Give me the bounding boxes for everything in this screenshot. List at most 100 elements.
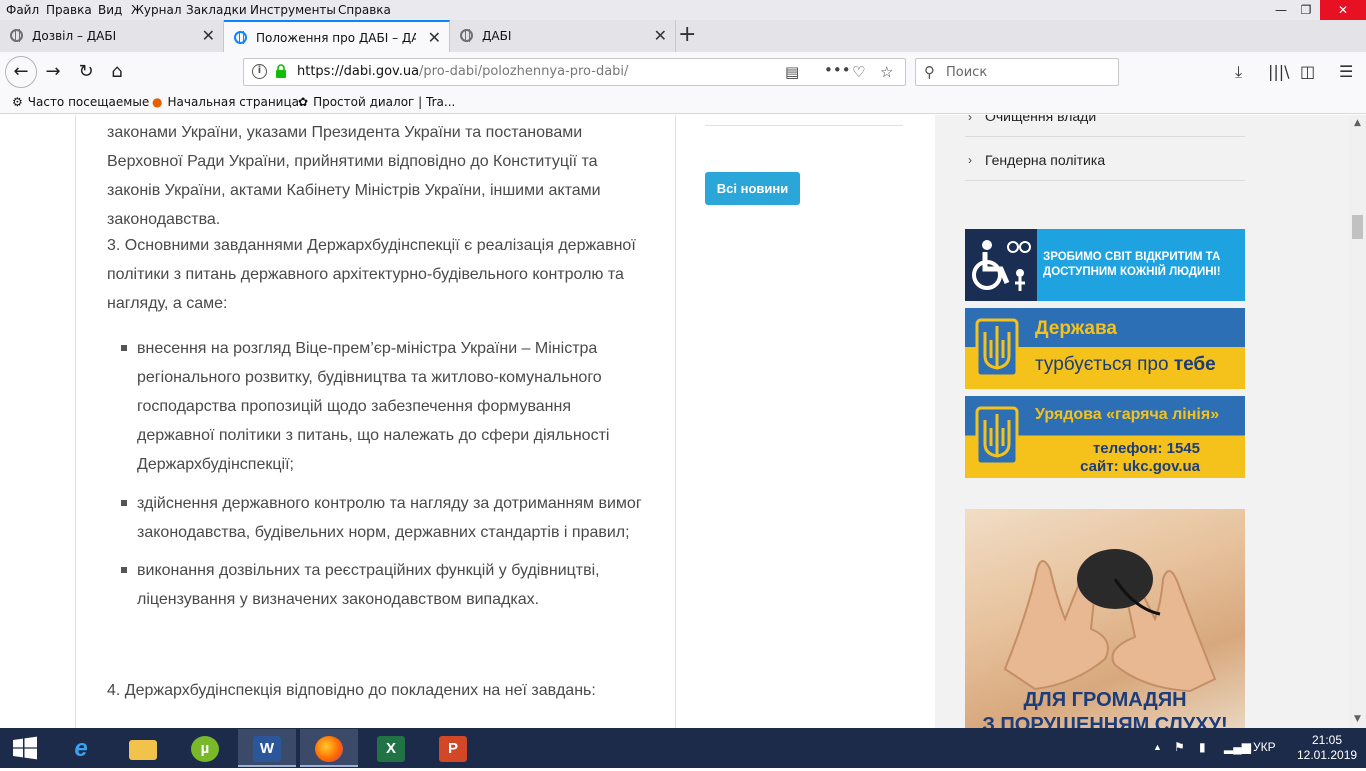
menu-view[interactable]: Вид [98,3,122,17]
bookmark-label: Часто посещаемые [27,95,150,109]
minimize-icon[interactable]: — [1268,0,1294,20]
flag-icon[interactable]: ⚑ [1174,740,1185,754]
forward-arrow-icon[interactable]: → [38,58,68,86]
list-item-text: здійснення державного контролю та нагляд… [137,495,642,541]
battery-icon[interactable]: ▮ [1199,740,1206,754]
network-signal-icon[interactable]: ▂▄▆ [1224,740,1251,754]
list-item: внесення на розгляд Віце-прем’єр-міністр… [107,334,652,479]
globe-icon [460,29,473,42]
menu-bar: Файл Правка Вид Журнал Закладки Инструме… [0,0,1366,20]
system-clock[interactable]: 21:05 12.01.2019 [1297,733,1357,763]
close-tab-icon[interactable]: ✕ [202,26,215,45]
search-input[interactable] [946,63,1106,81]
bookmark-simple-dialog[interactable]: ✿ Простой диалог | Tra... [298,95,455,109]
hamburger-menu-icon[interactable]: ☰ [1339,62,1353,81]
news-column: Всі новини [677,115,935,728]
windows-start-icon[interactable] [0,728,50,768]
list-item: здійснення державного контролю та нагляд… [107,489,652,547]
restore-icon[interactable]: ❐ [1293,0,1319,20]
accessibility-banner[interactable]: ЗРОБИМО СВІТ ВІДКРИТИМ ТА ДОСТУПНИМ КОЖН… [965,229,1245,301]
clock-time: 21:05 [1311,733,1343,747]
page-viewport: законами України, указами Президента Укр… [0,115,1349,728]
hearing-banner-line1: ДЛЯ ГРОМАДЯН [1023,689,1187,711]
sidebar-link-lustration[interactable]: › Очищення влади [965,115,1245,137]
pocket-icon[interactable]: ♡ [852,63,865,81]
close-tab-icon[interactable]: ✕ [428,28,441,47]
downloads-icon[interactable]: ⤓ [1235,62,1242,82]
windows-taskbar: e µ W X P ▲ ⚑ ▮ ▂▄▆ УКР 21:05 12.01.2019 [0,728,1366,768]
menu-file[interactable]: Файл [6,3,39,17]
library-icon[interactable]: |||\ [1268,62,1290,81]
bullet-square-icon [121,567,127,573]
page-actions-icon[interactable]: ••• [824,61,851,79]
search-icon: ⚲ [924,63,935,81]
state-banner-subtitle-bold: тебе [1173,354,1216,375]
globe-icon [10,29,23,42]
hotline-banner[interactable]: Урядова «гаряча лінія» телефон: 1545 сай… [965,396,1245,478]
menu-edit[interactable]: Правка [46,3,92,17]
sidebar-toggle-icon[interactable]: ◫ [1300,62,1315,81]
state-banner-title: Держава [1035,318,1117,339]
tab-dabi[interactable]: ДАБІ ✕ [450,20,676,52]
divider [705,125,903,126]
show-hidden-icons-icon[interactable]: ▲ [1153,742,1162,752]
address-bar[interactable]: i https://dabi.gov.ua/pro-dabi/polozhenn… [243,58,906,86]
menu-tools[interactable]: Инструменты [250,3,336,17]
tab-title: Дозвіл – ДАБІ [32,29,117,43]
all-news-button[interactable]: Всі новини [705,172,800,205]
tab-title: Положення про ДАБІ – ДАБІ [256,31,416,45]
bookmark-star-icon[interactable]: ☆ [880,63,893,81]
chat-icon: ✿ [298,95,309,109]
info-icon[interactable]: i [252,64,267,79]
scrollbar-thumb[interactable] [1352,215,1363,239]
sidebar-link-gender-policy[interactable]: › Гендерна політика [965,137,1245,181]
home-icon[interactable]: ⌂ [102,58,132,86]
close-tab-icon[interactable]: ✕ [654,26,667,45]
chevron-right-icon: › [968,153,972,167]
tab-dozvil[interactable]: Дозвіл – ДАБІ ✕ [0,20,224,52]
sidebar-link-label: Очищення влади [985,115,1097,124]
accessibility-icon [965,229,1037,301]
article-paragraph-intro: законами України, указами Президента Укр… [107,124,601,228]
firefox-icon: ● [152,95,163,109]
scroll-up-icon[interactable]: ▲ [1349,115,1366,132]
utorrent-icon[interactable]: µ [176,729,234,767]
tab-title: ДАБІ [482,29,512,43]
vertical-scrollbar[interactable]: ▲ ▼ [1349,115,1366,728]
url-text: https://dabi.gov.ua/pro-dabi/polozhennya… [297,64,628,79]
state-cares-banner[interactable]: Держава турбується про тебе [965,308,1245,389]
trident-icon [975,318,1019,378]
file-explorer-icon[interactable] [114,729,172,767]
menu-help[interactable]: Справка [338,3,391,17]
article-column: законами України, указами Президента Укр… [75,115,676,728]
close-window-icon[interactable]: ✕ [1320,0,1366,20]
bookmark-most-visited[interactable]: ⚙ Часто посещаемые [12,95,149,109]
reader-view-icon[interactable]: ▤ [785,63,799,81]
language-indicator[interactable]: УКР [1253,740,1276,754]
menu-history[interactable]: Журнал [131,3,182,17]
state-banner-subtitle-text: турбується про [1035,354,1169,375]
scroll-down-icon[interactable]: ▼ [1349,711,1366,728]
bookmark-start-page[interactable]: ● Начальная страница [152,95,299,109]
hearing-impaired-banner[interactable]: ДЛЯ ГРОМАДЯН З ПОРУШЕННЯМ СЛУХУ! [965,509,1245,728]
search-bar[interactable]: ⚲ [915,58,1119,86]
globe-icon [234,31,247,44]
back-arrow-icon[interactable]: ← [5,56,37,88]
tab-strip: Дозвіл – ДАБІ ✕ Положення про ДАБІ – ДАБ… [0,20,1366,52]
bullet-square-icon [121,345,127,351]
gear-icon: ⚙ [12,95,23,109]
list-item: виконання дозвільних та реєстраційних фу… [107,556,652,614]
article-paragraph-4: 4. Держархбудінспекція відповідно до пок… [107,682,596,699]
powerpoint-icon[interactable]: P [424,729,482,767]
excel-icon[interactable]: X [362,729,420,767]
tab-polozhennya[interactable]: Положення про ДАБІ – ДАБІ ✕ [224,20,450,52]
list-item-text: виконання дозвільних та реєстраційних фу… [137,562,600,608]
internet-explorer-icon[interactable]: e [52,729,110,767]
bullet-square-icon [121,500,127,506]
new-tab-plus-icon[interactable]: + [678,22,696,47]
menu-bookmarks[interactable]: Закладки [186,3,247,17]
reload-icon[interactable]: ↻ [71,58,101,86]
list-item-text: внесення на розгляд Віце-прем’єр-міністр… [137,340,610,473]
word-icon[interactable]: W [238,729,296,767]
firefox-icon[interactable] [300,729,358,767]
